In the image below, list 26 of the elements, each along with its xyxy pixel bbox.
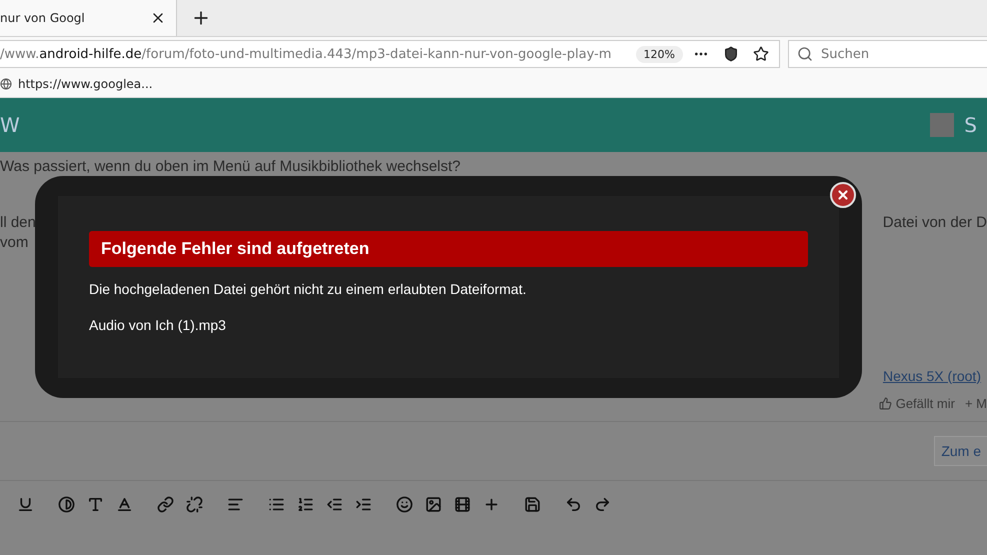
post-text: Datei von der D — [882, 214, 987, 230]
error-message: Die hochgeladenen Datei gehört nicht zu einem erlaubten Dateiformat. — [89, 281, 528, 297]
close-icon[interactable] — [836, 188, 850, 202]
globe-icon — [0, 78, 12, 90]
tab-title: nur von Googl — [0, 11, 85, 25]
file-name: Audio von Ich (1).mp3 — [89, 317, 227, 333]
post-text: Was passiert, wenn du oben im Menü auf Musikbibliothek wechselst? — [0, 158, 461, 174]
search-input[interactable]: Suchen — [819, 46, 973, 62]
status-url: https://www.googlea... — [18, 77, 153, 91]
device-link[interactable]: Nexus 5X (root) — [882, 368, 981, 384]
more-button[interactable]: + M — [964, 396, 987, 411]
search-field[interactable]: Suchen — [788, 40, 987, 68]
url-text: /www.android-hilfe.de/forum/foto-und-multimedia.443/mp3-datei-kann-nur-von-google-play-m — [0, 46, 612, 62]
close-button[interactable] — [830, 182, 856, 208]
zoom-level[interactable]: 120% — [636, 46, 683, 62]
like-button[interactable]: Gefällt mir — [878, 396, 955, 411]
post-text: vom — [0, 234, 28, 250]
jump-button[interactable]: Zum e — [934, 436, 987, 466]
error-title: Folgende Fehler sind aufgetreten — [89, 231, 808, 267]
site-logo[interactable]: W — [0, 113, 20, 137]
browser-tab[interactable]: nur von Googl — [0, 0, 177, 36]
address-bar[interactable]: /www.android-hilfe.de/forum/foto-und-multimedia.443/mp3-datei-kann-nur-von-google-play-m 120% — [0, 40, 780, 68]
thumbs-up-icon[interactable] — [878, 397, 892, 410]
post-text: ll den — [0, 214, 36, 230]
search-icon — [797, 46, 813, 62]
user-name[interactable]: S — [964, 113, 977, 137]
